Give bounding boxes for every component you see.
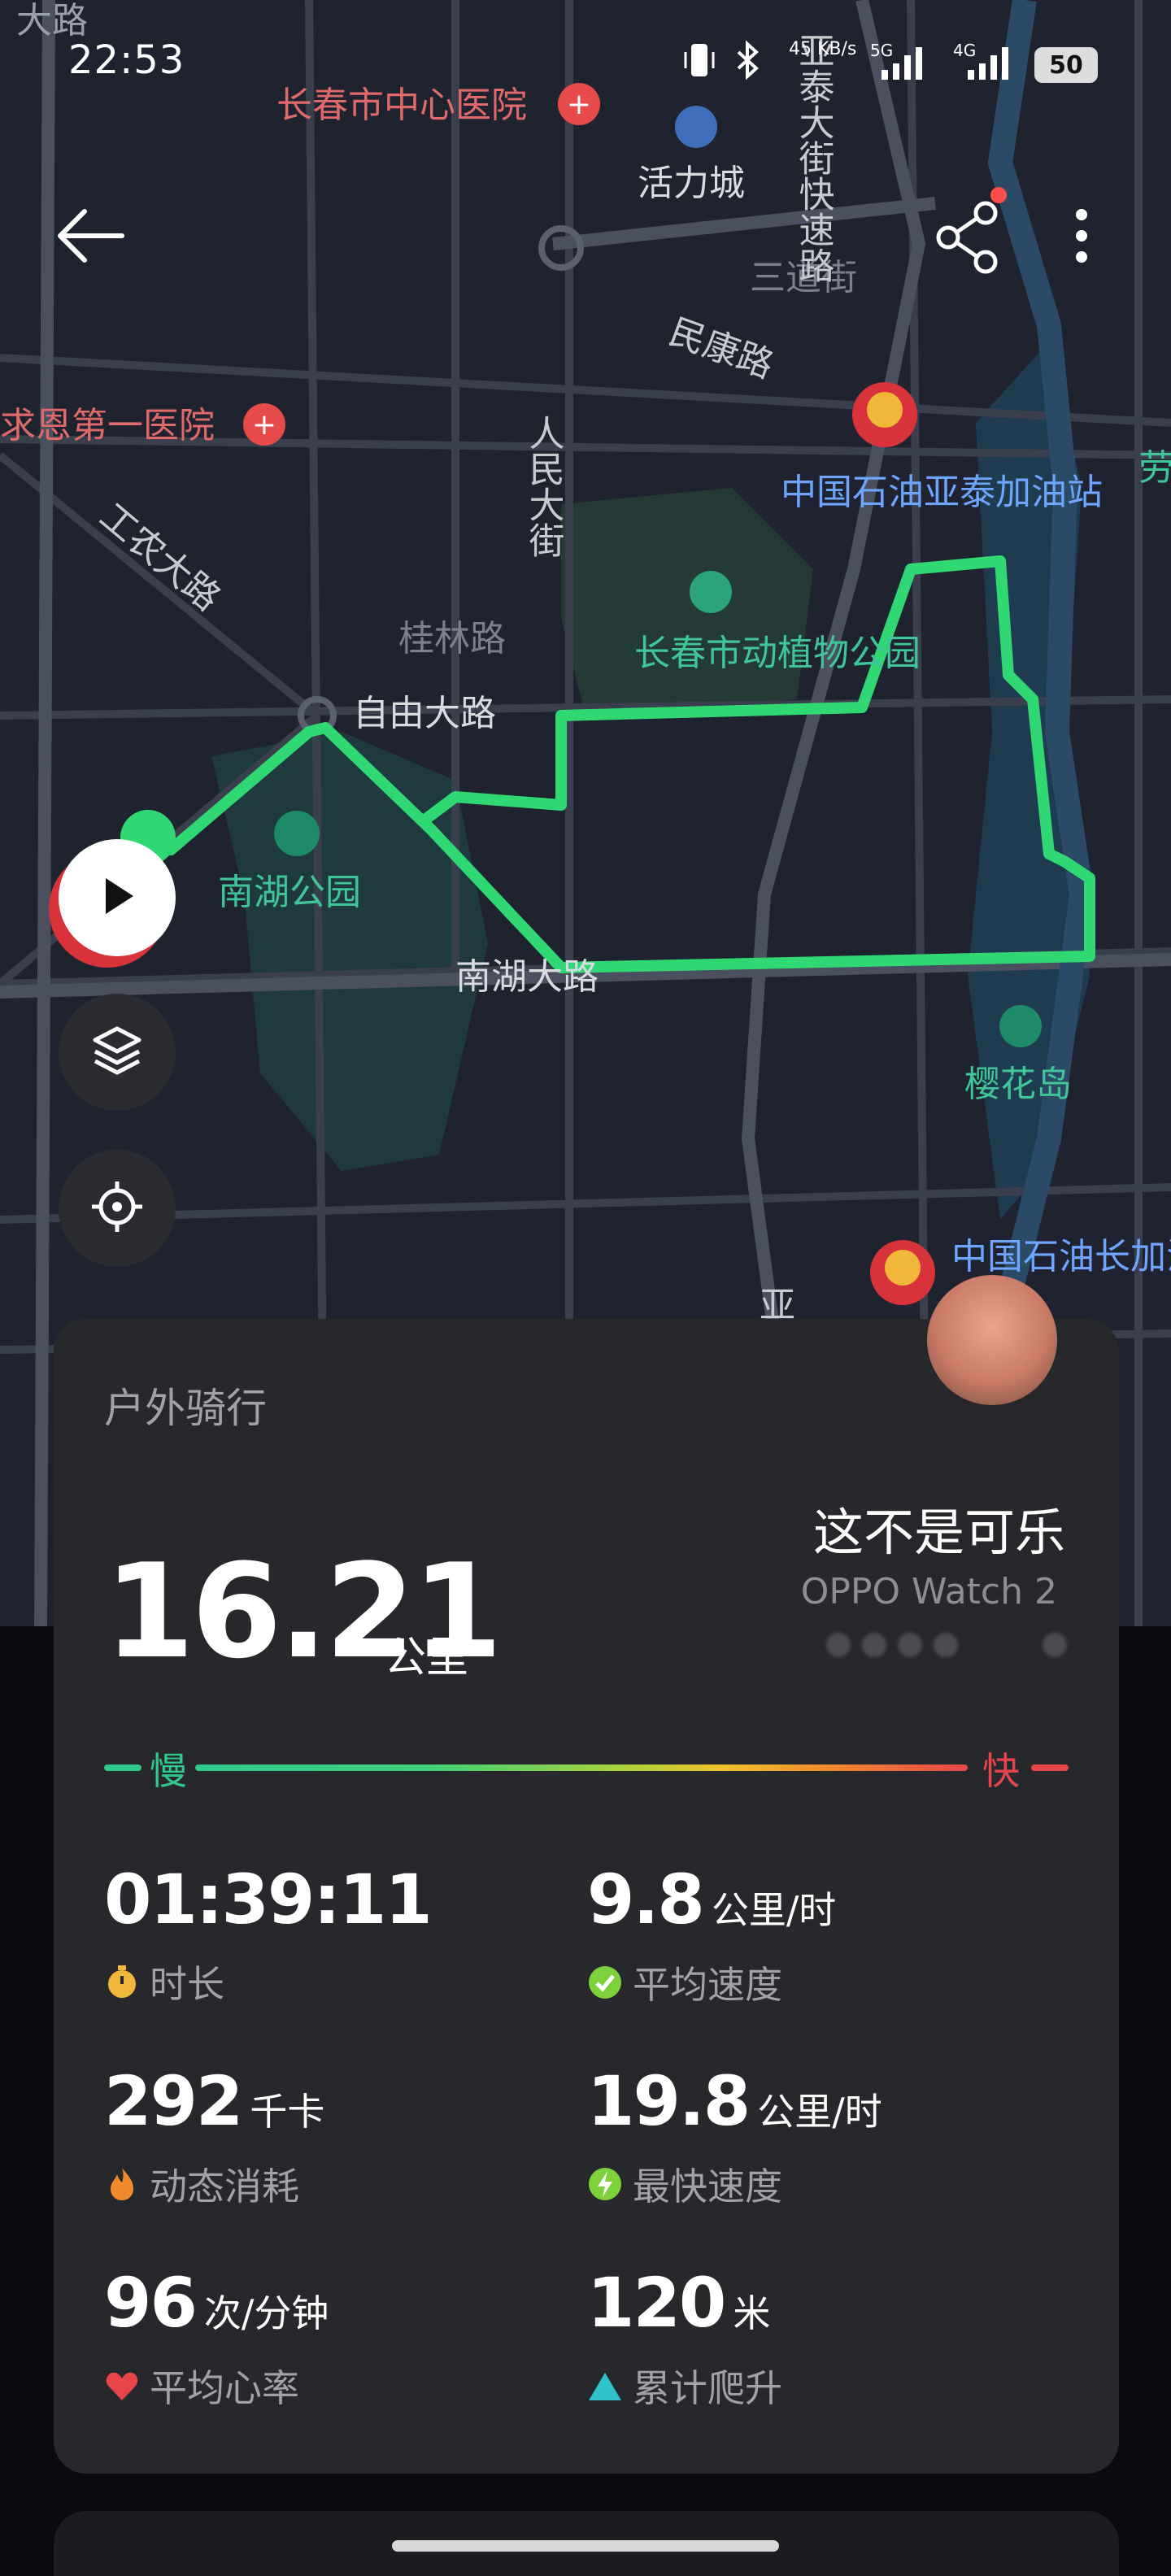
lightning-icon	[587, 2166, 623, 2202]
net-speed: 45 KB/s	[789, 39, 857, 59]
scale-slow-label: 慢	[150, 1749, 187, 1793]
stat-max-speed: 19.8 公里/时 最快速度	[587, 2067, 882, 2211]
stat-label: 最快速度	[633, 2165, 782, 2208]
device-name: OPPO Watch 2	[800, 1571, 1057, 1612]
speed-color-scale: 慢 快	[104, 1742, 1069, 1793]
arrow-left-icon	[49, 209, 130, 280]
distance-unit: 公里	[384, 1634, 469, 1682]
layers-icon	[89, 1022, 146, 1082]
masked-id-dots	[826, 1633, 1067, 1657]
workout-summary-card: 户外骑行 16.21 公里 这不是可乐 OPPO Watch 2 慢 快 01:…	[54, 1319, 1119, 2474]
stat-label: 平均速度	[633, 1963, 782, 2007]
stat-unit: 公里/时	[711, 1888, 837, 1932]
stat-label: 动态消耗	[150, 2165, 299, 2208]
svg-text:+: +	[252, 408, 276, 442]
map-label-mall: 活力城	[638, 163, 745, 204]
vibrate-icon	[683, 41, 716, 83]
status-bar: 22:53 45 KB/s 5G 4G 50	[0, 0, 1171, 122]
map-label-gas-1: 中国石油亚泰加油站	[781, 472, 1103, 513]
map-label-yinghua: 樱花岛	[964, 1064, 1072, 1105]
play-icon	[93, 872, 141, 924]
user-name: 这不是可乐	[812, 1503, 1065, 1562]
triangle-icon	[587, 2368, 623, 2404]
stat-value: 292	[104, 2061, 243, 2141]
scale-fast-label: 快	[982, 1749, 1020, 1793]
share-icon	[927, 201, 1008, 280]
map-label-ziyou: 自由大路	[353, 693, 496, 734]
stat-avg-speed: 9.8 公里/时 平均速度	[587, 1865, 836, 2009]
stat-unit: 公里/时	[757, 2090, 882, 2134]
locate-button[interactable]	[59, 1150, 176, 1267]
stat-value: 01:39:11	[104, 1860, 433, 1939]
map-label-hospital-2: 求恩第一医院	[0, 405, 215, 446]
stat-value: 120	[587, 2263, 726, 2343]
stat-label: 时长	[150, 1962, 224, 2006]
stat-unit: 米	[733, 2291, 771, 2335]
workout-type: 户外骑行	[104, 1385, 267, 1432]
status-time: 22:53	[68, 37, 185, 83]
stat-duration: 01:39:11 时长	[104, 1860, 433, 2008]
stat-label: 累计爬升	[633, 2366, 782, 2410]
flame-icon	[104, 2166, 140, 2202]
crosshair-icon	[89, 1178, 146, 1238]
bluetooth-icon	[734, 40, 761, 83]
heart-icon	[104, 2368, 140, 2404]
stat-unit: 千卡	[250, 2090, 325, 2134]
status-icons	[683, 40, 761, 83]
map-layers-button[interactable]	[59, 994, 176, 1111]
stat-heart-rate: 96 次/分钟 平均心率	[104, 2269, 329, 2413]
signal-icon-1	[878, 46, 927, 85]
check-circle-icon	[587, 1965, 623, 2000]
map-label-gas-2: 中国石油长加油站	[951, 1236, 1171, 1277]
stat-unit: 次/分钟	[203, 2291, 329, 2335]
signal-icon-2	[964, 46, 1013, 85]
map-label-guilin: 桂林路	[398, 618, 506, 659]
stopwatch-icon	[104, 1964, 140, 1999]
more-vertical-icon	[1049, 209, 1114, 272]
play-route-button[interactable]	[59, 839, 176, 956]
stat-value: 96	[104, 2263, 198, 2343]
stat-value: 19.8	[587, 2061, 751, 2141]
back-button[interactable]	[49, 195, 130, 276]
stat-elevation: 120 米 累计爬升	[587, 2269, 782, 2413]
home-indicator[interactable]	[392, 2540, 779, 2552]
map-label-edge-right: 劳	[1138, 447, 1171, 489]
stat-calories: 292 千卡 动态消耗	[104, 2067, 324, 2211]
map-label-renmin: 人民大街	[523, 415, 565, 558]
stat-label: 平均心率	[150, 2366, 299, 2410]
avatar[interactable]	[927, 1275, 1057, 1405]
more-button[interactable]	[1049, 203, 1114, 268]
battery-icon: 50	[1034, 47, 1098, 83]
map-label-zoo: 长春市动植物公园	[634, 633, 921, 674]
map-label-nanhu-park: 南湖公园	[218, 872, 361, 913]
map-label-nanhu-road: 南湖大路	[455, 956, 599, 998]
stat-value: 9.8	[587, 1860, 705, 1939]
share-button[interactable]	[927, 195, 1008, 276]
